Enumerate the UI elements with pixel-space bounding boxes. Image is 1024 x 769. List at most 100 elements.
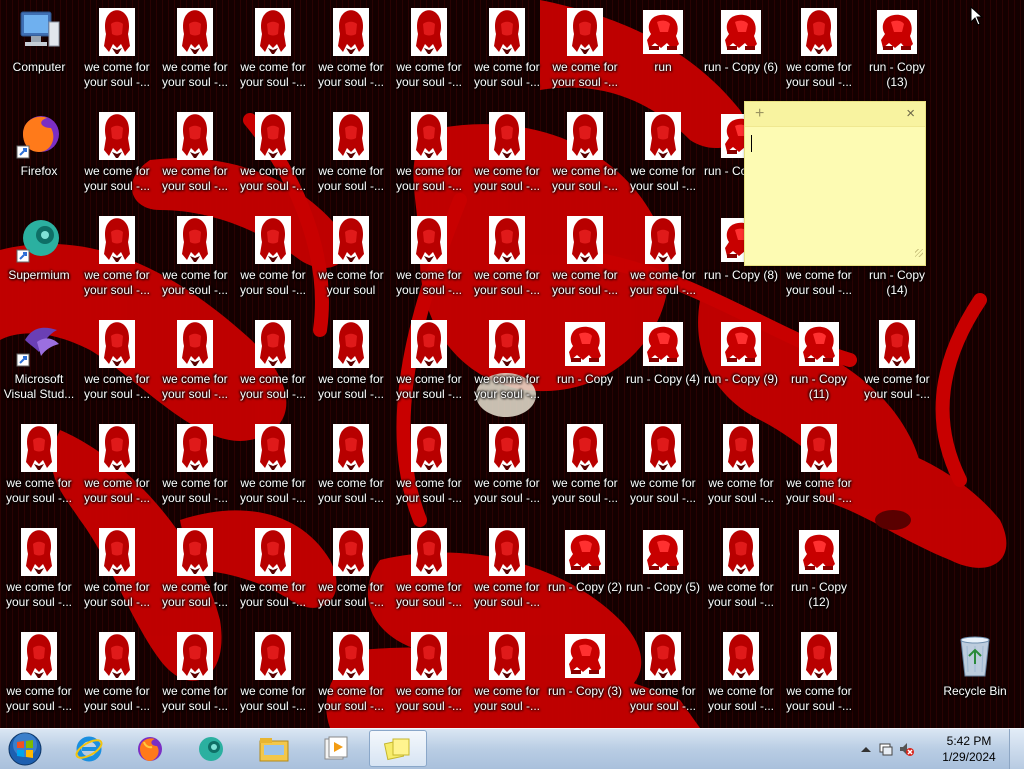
sticky-note-title-bar[interactable]: + × (745, 102, 925, 127)
desktop-icon-soul-file[interactable]: we come for your soul -... (234, 626, 312, 726)
desktop-icon-soul-file[interactable]: we come for your soul -... (858, 314, 936, 414)
windows-explorer-taskbar-button[interactable] (245, 730, 303, 767)
desktop-icon-run-file[interactable]: run - Copy (6) (702, 2, 780, 102)
desktop-icon-soul-file[interactable]: we come for your soul -... (156, 626, 234, 726)
desktop-icon-soul-file[interactable]: we come for your soul -... (78, 106, 156, 206)
supermium-taskbar-button[interactable] (182, 730, 240, 767)
system-clock[interactable]: 5:42 PM 1/29/2024 (938, 733, 1000, 765)
volume-muted-icon[interactable] (898, 741, 914, 757)
desktop-icon-soul-file[interactable]: we come for your soul -... (156, 210, 234, 310)
desktop-icon-soul-file[interactable]: we come for your soul -... (312, 2, 390, 102)
desktop-icon-image (249, 424, 297, 472)
desktop-icon-run-file[interactable]: run - Copy (2) (546, 522, 624, 622)
desktop-icon-run-file[interactable]: run - Copy (12) (780, 522, 858, 622)
firefox-taskbar-button[interactable] (121, 730, 179, 767)
desktop-icon-run-file[interactable]: run - Copy (13) (858, 2, 936, 102)
desktop-icon-soul-file[interactable]: we come for your soul -... (312, 522, 390, 622)
desktop-icon-soul-file[interactable]: we come for your soul -... (468, 418, 546, 518)
media-player-taskbar-button[interactable] (306, 730, 364, 767)
desktop-icon-soul-file[interactable]: we come for your soul -... (78, 418, 156, 518)
desktop-icon-label: we come for your soul -... (863, 372, 931, 401)
desktop-icon-soul-file[interactable]: we come for your soul -... (234, 522, 312, 622)
desktop-icon-soul-file[interactable]: we come for your soul -... (624, 210, 702, 310)
desktop-icon-soul-file[interactable]: we come for your soul (312, 210, 390, 310)
desktop-icon-soul-file[interactable]: we come for your soul -... (468, 210, 546, 310)
desktop-icon-soul-file[interactable]: we come for your soul -... (624, 418, 702, 518)
resize-grip[interactable] (915, 249, 923, 257)
desktop-icon-soul-file[interactable]: we come for your soul -... (312, 626, 390, 726)
desktop-icon-vs[interactable]: Microsoft Visual Stud... (0, 314, 78, 414)
show-desktop-button[interactable] (1009, 729, 1024, 769)
desktop-icon-soul-file[interactable]: we come for your soul -... (702, 418, 780, 518)
desktop-icon-soul-file[interactable]: we come for your soul -... (390, 418, 468, 518)
desktop-icon-soul-file[interactable]: we come for your soul -... (624, 626, 702, 726)
desktop-icon-soul-file[interactable]: we come for your soul -... (156, 2, 234, 102)
sticky-notes-taskbar-button[interactable] (369, 730, 427, 767)
desktop-icon-soul-file[interactable]: we come for your soul -... (312, 106, 390, 206)
desktop-icon-soul-file[interactable]: we come for your soul -... (156, 418, 234, 518)
desktop-icon-soul-file[interactable]: we come for your soul -... (468, 2, 546, 102)
desktop-icon-label: we come for your soul -... (551, 268, 619, 297)
desktop-icon-soul-file[interactable]: we come for your soul -... (702, 626, 780, 726)
desktop-icon-soul-file[interactable]: we come for your soul -... (312, 314, 390, 414)
desktop-icon-soul-file[interactable]: we come for your soul -... (390, 210, 468, 310)
desktop-icon-soul-file[interactable]: we come for your soul -... (546, 418, 624, 518)
desktop-icon-soul-file[interactable]: we come for your soul -... (390, 522, 468, 622)
desktop-icon-soul-file[interactable]: we come for your soul -... (0, 626, 78, 726)
desktop-icon-soul-file[interactable]: we come for your soul -... (546, 210, 624, 310)
show-hidden-icons-arrow-icon[interactable] (858, 741, 874, 757)
start-button[interactable] (4, 730, 46, 768)
desktop-icon-soul-file[interactable]: we come for your soul -... (78, 626, 156, 726)
sticky-note-text-area[interactable] (745, 127, 925, 259)
desktop-icon-run-file[interactable]: run - Copy (5) (624, 522, 702, 622)
desktop-icon-run-file[interactable]: run (624, 2, 702, 102)
desktop-icon-soul-file[interactable]: we come for your soul -... (234, 2, 312, 102)
desktop-icon-soul-file[interactable]: we come for your soul -... (546, 2, 624, 102)
desktop-icon-soul-file[interactable]: we come for your soul -... (234, 418, 312, 518)
desktop-icon-soul-file[interactable]: we come for your soul -... (78, 314, 156, 414)
desktop-icon-soul-file[interactable]: we come for your soul -... (546, 106, 624, 206)
close-note-button[interactable]: × (906, 105, 915, 122)
desktop-icon-soul-file[interactable]: we come for your soul -... (390, 2, 468, 102)
desktop-icon-soul-file[interactable]: we come for your soul -... (234, 210, 312, 310)
desktop-icon-soul-file[interactable]: we come for your soul -... (624, 106, 702, 206)
desktop-icon-run-file[interactable]: run - Copy (4) (624, 314, 702, 414)
desktop-icon-supermium[interactable]: Supermium (0, 210, 78, 310)
desktop-icon-soul-file[interactable]: we come for your soul -... (780, 418, 858, 518)
desktop-icon-soul-file[interactable]: we come for your soul -... (156, 314, 234, 414)
desktop-icon-soul-file[interactable]: we come for your soul -... (390, 626, 468, 726)
desktop-icon-run-file[interactable]: run - Copy (3) (546, 626, 624, 726)
desktop-icon-run-file[interactable]: run - Copy (9) (702, 314, 780, 414)
desktop-icon-run-file[interactable]: run - Copy (546, 314, 624, 414)
action-center-flag-icon[interactable] (878, 741, 894, 757)
desktop-icon-computer[interactable]: Computer (0, 2, 78, 102)
desktop-icon-image (405, 216, 453, 264)
desktop-icon-recycle[interactable]: Recycle Bin (936, 626, 1014, 726)
desktop-icon-image (795, 528, 843, 576)
desktop-icon-soul-file[interactable]: we come for your soul -... (78, 2, 156, 102)
desktop-icon-soul-file[interactable]: we come for your soul -... (312, 418, 390, 518)
desktop-icon-soul-file[interactable]: we come for your soul -... (156, 522, 234, 622)
sticky-note[interactable]: + × (744, 101, 926, 266)
desktop-icon-soul-file[interactable]: we come for your soul -... (390, 106, 468, 206)
desktop-icon-soul-file[interactable]: we come for your soul -... (468, 314, 546, 414)
desktop-icon-soul-file[interactable]: we come for your soul -... (468, 626, 546, 726)
desktop-icon-soul-file[interactable]: we come for your soul -... (78, 210, 156, 310)
desktop-icon-soul-file[interactable]: we come for your soul -... (234, 106, 312, 206)
desktop-icon-soul-file[interactable]: we come for your soul -... (780, 626, 858, 726)
desktop-icon-soul-file[interactable]: we come for your soul -... (78, 522, 156, 622)
desktop-icon-soul-file[interactable]: we come for your soul -... (390, 314, 468, 414)
desktop-icon-soul-file[interactable]: we come for your soul -... (780, 2, 858, 102)
desktop-icon-soul-file[interactable]: we come for your soul -... (0, 522, 78, 622)
desktop-icon-soul-file[interactable]: we come for your soul -... (156, 106, 234, 206)
desktop-icon-soul-file[interactable]: we come for your soul -... (468, 522, 546, 622)
desktop-icon-firefox[interactable]: Firefox (0, 106, 78, 206)
desktop-icon-label: run - Copy (8) (703, 268, 779, 282)
desktop-icon-soul-file[interactable]: we come for your soul -... (234, 314, 312, 414)
desktop-icon-soul-file[interactable]: we come for your soul -... (468, 106, 546, 206)
add-note-button[interactable]: + (755, 105, 764, 123)
desktop-icon-soul-file[interactable]: we come for your soul -... (0, 418, 78, 518)
desktop-icon-run-file[interactable]: run - Copy (11) (780, 314, 858, 414)
internet-explorer-taskbar-button[interactable] (60, 730, 118, 767)
desktop-icon-soul-file[interactable]: we come for your soul -... (702, 522, 780, 622)
